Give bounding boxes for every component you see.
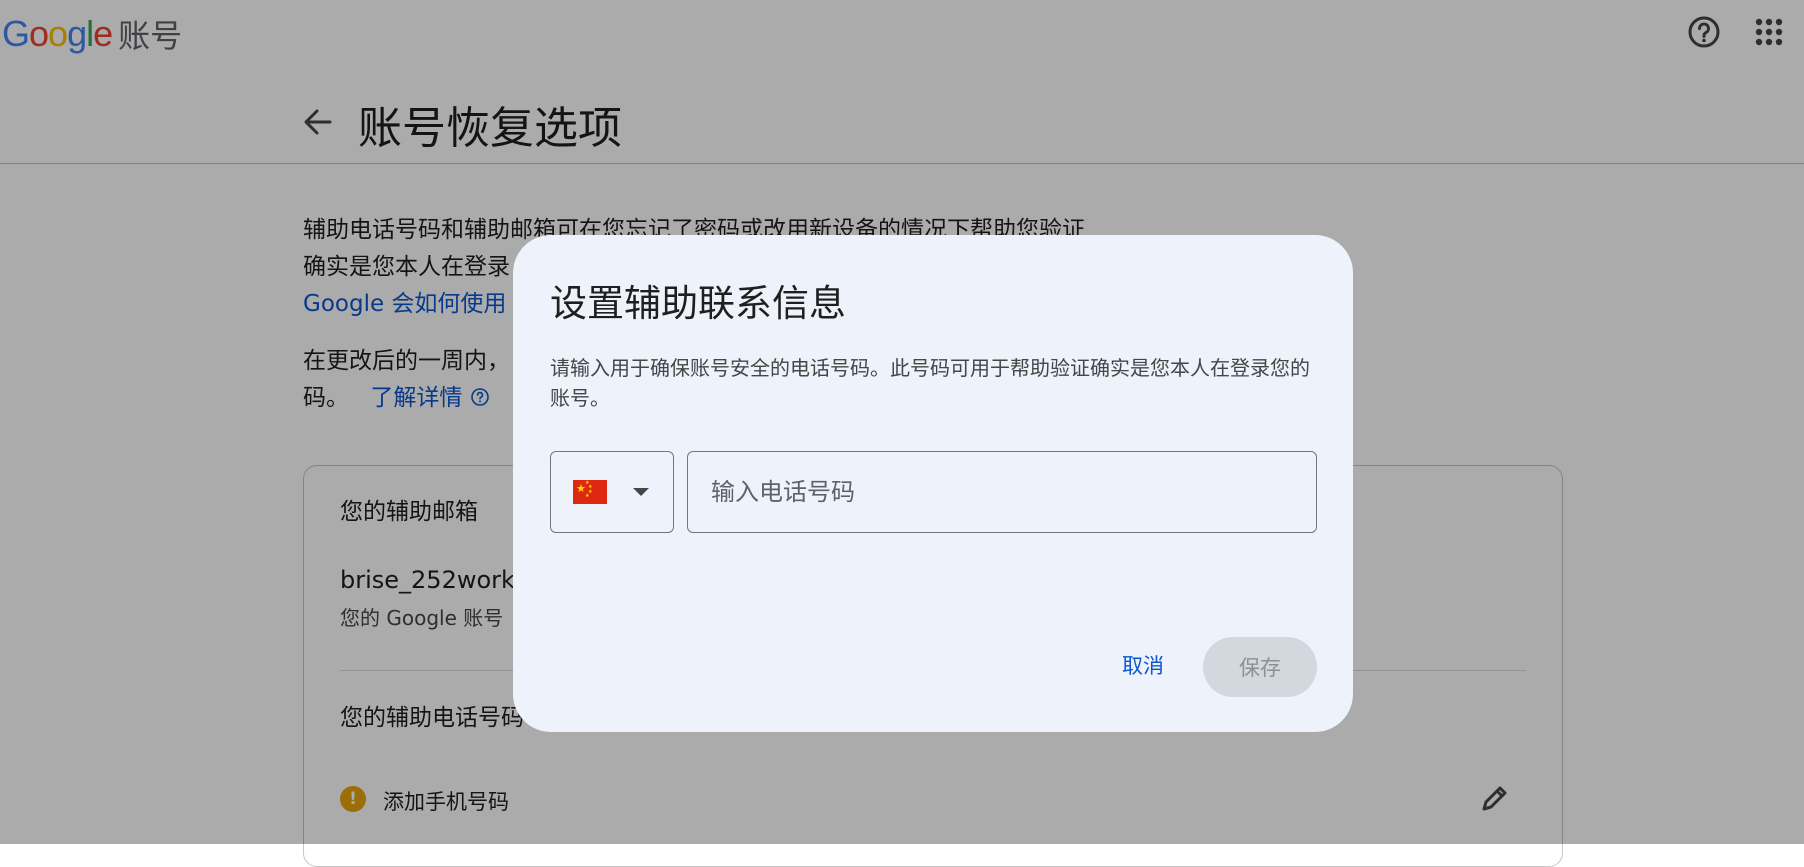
cancel-button[interactable]: 取消: [1095, 637, 1191, 693]
dialog-title: 设置辅助联系信息: [550, 282, 846, 325]
dialog-description: 请输入用于确保账号安全的电话号码。此号码可用于帮助验证确实是您本人在登录您的账号…: [550, 356, 1310, 410]
phone-number-input[interactable]: [687, 451, 1317, 533]
china-flag-icon: ★ ★ ★ ★ ★: [573, 480, 607, 504]
country-code-select[interactable]: ★ ★ ★ ★ ★: [550, 451, 674, 533]
contact-info-dialog: 设置辅助联系信息 请输入用于确保账号安全的电话号码。此号码可用于帮助验证确实是您…: [513, 235, 1353, 732]
chevron-down-icon: [633, 488, 649, 496]
save-button[interactable]: 保存: [1203, 637, 1317, 697]
